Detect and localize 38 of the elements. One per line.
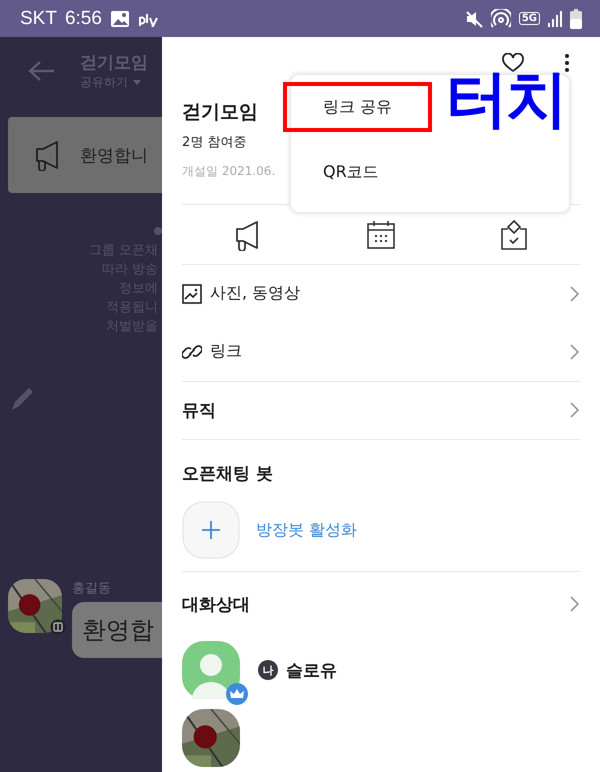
member-name: 슬로유 bbox=[286, 660, 337, 682]
heart-icon[interactable] bbox=[502, 52, 524, 73]
status-badge-icon bbox=[50, 619, 66, 635]
member-count: 2명 참여중 bbox=[182, 134, 246, 151]
dropdown-caret-icon bbox=[133, 80, 141, 86]
carrier-text: SKT bbox=[20, 8, 57, 30]
calendar-icon[interactable] bbox=[365, 218, 397, 251]
me-badge: 나 bbox=[258, 660, 278, 680]
chevron-right-icon bbox=[569, 401, 580, 420]
chevron-right-icon bbox=[569, 342, 580, 361]
network-text: 5G bbox=[518, 12, 540, 25]
menu-row[interactable]: 링크 bbox=[182, 322, 580, 381]
signal-icon bbox=[548, 10, 562, 26]
created-date: 개설일 2021.06. bbox=[182, 162, 276, 180]
menu-row[interactable]: 사진, 동영상 bbox=[182, 264, 580, 323]
menu-row[interactable]: 뮤직 bbox=[182, 382, 580, 440]
menu-row[interactable]: 대화상대 bbox=[182, 572, 580, 636]
image-icon bbox=[110, 10, 130, 28]
room-title: 걷기모임 bbox=[182, 100, 258, 125]
photo-icon bbox=[182, 284, 202, 304]
menu-item[interactable]: QR코드 bbox=[283, 147, 419, 197]
hotspot-icon bbox=[490, 8, 511, 28]
more-options-icon[interactable] bbox=[564, 52, 570, 73]
sender-name: 홍길동 bbox=[72, 580, 111, 597]
activate-bot-link[interactable]: 방장봇 활성화 bbox=[256, 520, 358, 540]
section-title: 오픈채팅 봇 bbox=[182, 463, 274, 486]
message-bubble: 환영합 bbox=[72, 602, 162, 658]
clock-text: 6:56 bbox=[64, 8, 102, 30]
menu-item[interactable]: 링크 공유 bbox=[283, 82, 432, 132]
chevron-right-icon bbox=[569, 595, 580, 613]
battery-icon bbox=[570, 8, 582, 28]
mute-icon bbox=[464, 10, 483, 28]
chevron-right-icon bbox=[569, 284, 580, 303]
add-button-icon[interactable] bbox=[182, 501, 240, 559]
avatar-silhouette-icon bbox=[182, 641, 240, 699]
dot-icon bbox=[154, 227, 162, 235]
notice-text: 환영합니 bbox=[80, 144, 148, 166]
annotation-text: 터치 bbox=[446, 68, 566, 130]
